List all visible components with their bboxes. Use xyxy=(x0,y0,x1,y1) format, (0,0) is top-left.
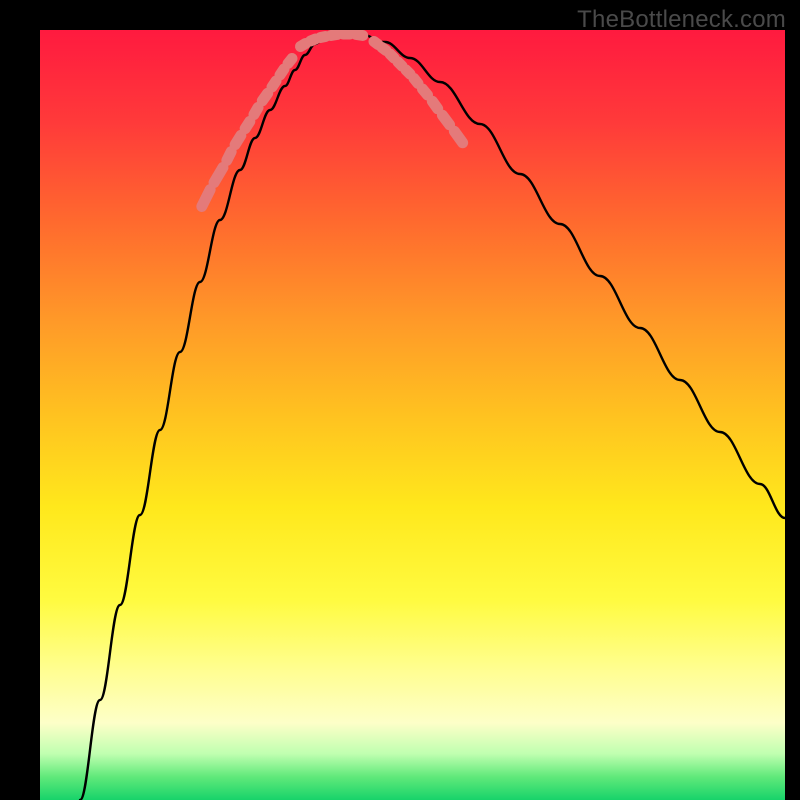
chart-curves-svg xyxy=(40,30,785,800)
plot-area xyxy=(40,30,785,800)
chart-frame: TheBottleneck.com xyxy=(0,0,800,800)
highlight-segment-left xyxy=(202,59,292,207)
highlight-dash xyxy=(414,79,418,84)
highlight-dash xyxy=(227,152,231,161)
highlight-dash xyxy=(432,101,437,108)
highlight-dash xyxy=(382,48,386,51)
highlight-dash xyxy=(262,93,267,100)
highlight-dash xyxy=(272,81,276,87)
highlight-dash xyxy=(254,107,258,114)
highlight-dash xyxy=(356,35,363,36)
highlight-dash xyxy=(245,121,250,128)
highlight-dash xyxy=(311,39,316,41)
highlight-dash xyxy=(423,89,428,95)
highlight-dash xyxy=(214,167,223,182)
highlight-dash xyxy=(288,59,292,64)
highlight-dash xyxy=(301,44,306,47)
highlight-dash xyxy=(406,70,410,74)
highlight-dash xyxy=(442,115,449,125)
highlight-dash xyxy=(280,69,284,75)
highlight-dash xyxy=(235,135,241,144)
bottleneck-curve xyxy=(80,34,785,800)
highlight-dash xyxy=(454,131,462,143)
highlight-dash xyxy=(321,37,326,38)
highlight-dash xyxy=(390,54,394,58)
highlight-dash xyxy=(398,62,402,66)
highlight-segment-bottom xyxy=(301,34,363,47)
highlight-dash xyxy=(202,190,210,207)
highlight-dash xyxy=(331,35,337,36)
highlight-dash xyxy=(374,42,378,45)
highlight-segment-right xyxy=(374,42,463,143)
